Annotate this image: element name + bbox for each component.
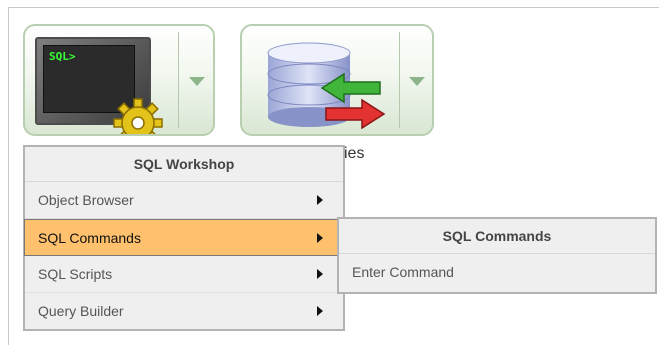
menu-item-label: SQL Scripts <box>38 266 113 282</box>
sql-workshop-tile[interactable]: SQL> <box>23 24 215 136</box>
utilities-tile[interactable] <box>240 24 434 136</box>
menu-title: SQL Workshop <box>25 147 343 182</box>
submenu-title: SQL Commands <box>339 219 655 254</box>
tile-split-divider <box>399 32 400 128</box>
content-border-top <box>8 7 659 8</box>
sql-commands-submenu: SQL Commands Enter Command <box>337 217 657 294</box>
submenu-arrow-icon <box>317 306 323 316</box>
sql-workshop-menu: SQL Workshop Object Browser SQL Commands… <box>23 145 345 331</box>
submenu-arrow-icon <box>317 269 323 279</box>
submenu-arrow-icon <box>317 233 323 243</box>
gear-icon <box>113 98 163 134</box>
menu-item-label: Enter Command <box>352 264 454 280</box>
utilities-dropdown-arrow-icon[interactable] <box>409 77 425 86</box>
sql-prompt-text: SQL> <box>49 50 76 63</box>
menu-item-sql-scripts[interactable]: SQL Scripts <box>25 256 343 293</box>
transfer-arrows-icon <box>320 72 386 130</box>
menu-item-object-browser[interactable]: Object Browser <box>25 182 343 219</box>
sql-workshop-dropdown-arrow-icon[interactable] <box>189 77 205 86</box>
menu-item-label: Query Builder <box>38 303 124 319</box>
menu-item-label: SQL Commands <box>38 230 141 246</box>
menu-item-enter-command[interactable]: Enter Command <box>339 254 655 291</box>
menu-item-label: Object Browser <box>38 192 134 208</box>
content-border-left <box>8 7 9 345</box>
menu-item-query-builder[interactable]: Query Builder <box>25 293 343 330</box>
submenu-arrow-icon <box>317 195 323 205</box>
tile-split-divider <box>178 32 179 128</box>
menu-item-sql-commands[interactable]: SQL Commands <box>24 219 344 256</box>
utilities-tile-label: ies <box>344 145 365 162</box>
